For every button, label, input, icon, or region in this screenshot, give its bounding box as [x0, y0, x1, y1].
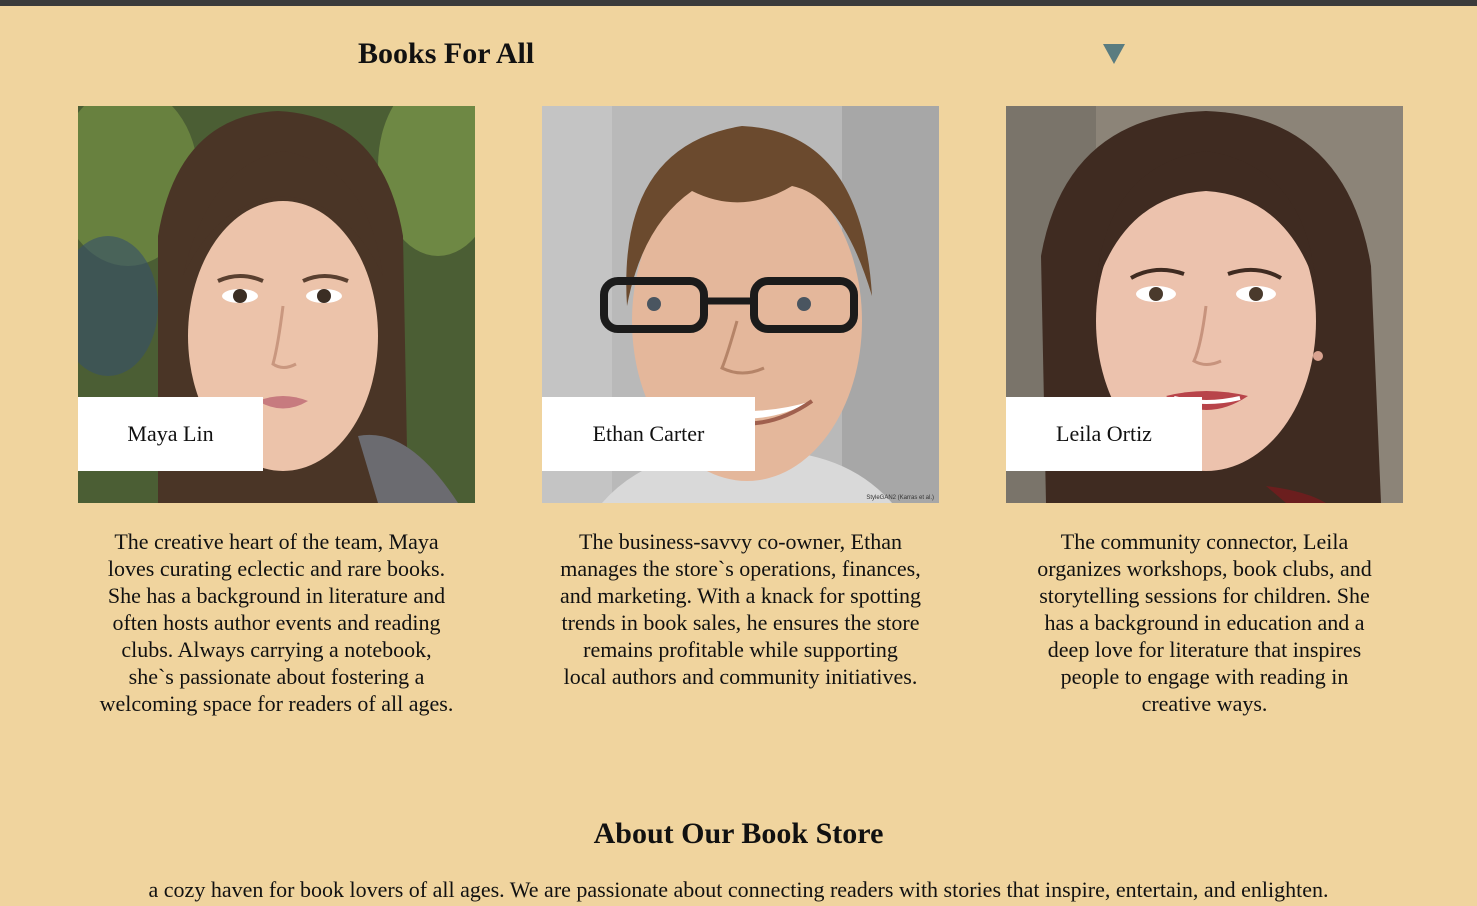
team-card-ethan: StyleGAN2 (Karras et al.) Ethan Carter T… — [542, 106, 939, 689]
team-photo-ethan: StyleGAN2 (Karras et al.) Ethan Carter — [542, 106, 939, 503]
about-text: a cozy haven for book lovers of all ages… — [148, 877, 1329, 902]
name-tag-maya: Maya Lin — [78, 397, 263, 471]
team-photo-leila: Leila Ortiz — [1006, 106, 1403, 503]
bio-ethan: The business-savvy co-owner, Ethan manag… — [560, 529, 922, 689]
team-card-maya: Maya Lin The creative heart of the team,… — [78, 106, 475, 716]
site-title: Books For All — [358, 37, 535, 70]
photo-watermark: StyleGAN2 (Karras et al.) — [866, 495, 934, 501]
about-title: About Our Book Store — [593, 817, 884, 850]
bio-maya: The creative heart of the team, Maya lov… — [99, 529, 454, 716]
top-bar — [0, 0, 1477, 6]
triangle-down-icon — [1103, 44, 1125, 64]
team-card-leila: Leila Ortiz The community connector, Lei… — [1006, 106, 1403, 716]
name-tag-ethan: Ethan Carter — [542, 397, 755, 471]
team-photo-maya: Maya Lin — [78, 106, 475, 503]
bio-leila: The community connector, Leila organizes… — [1037, 529, 1372, 716]
name-tag-leila: Leila Ortiz — [1006, 397, 1202, 471]
dropdown-toggle[interactable] — [1103, 44, 1125, 64]
